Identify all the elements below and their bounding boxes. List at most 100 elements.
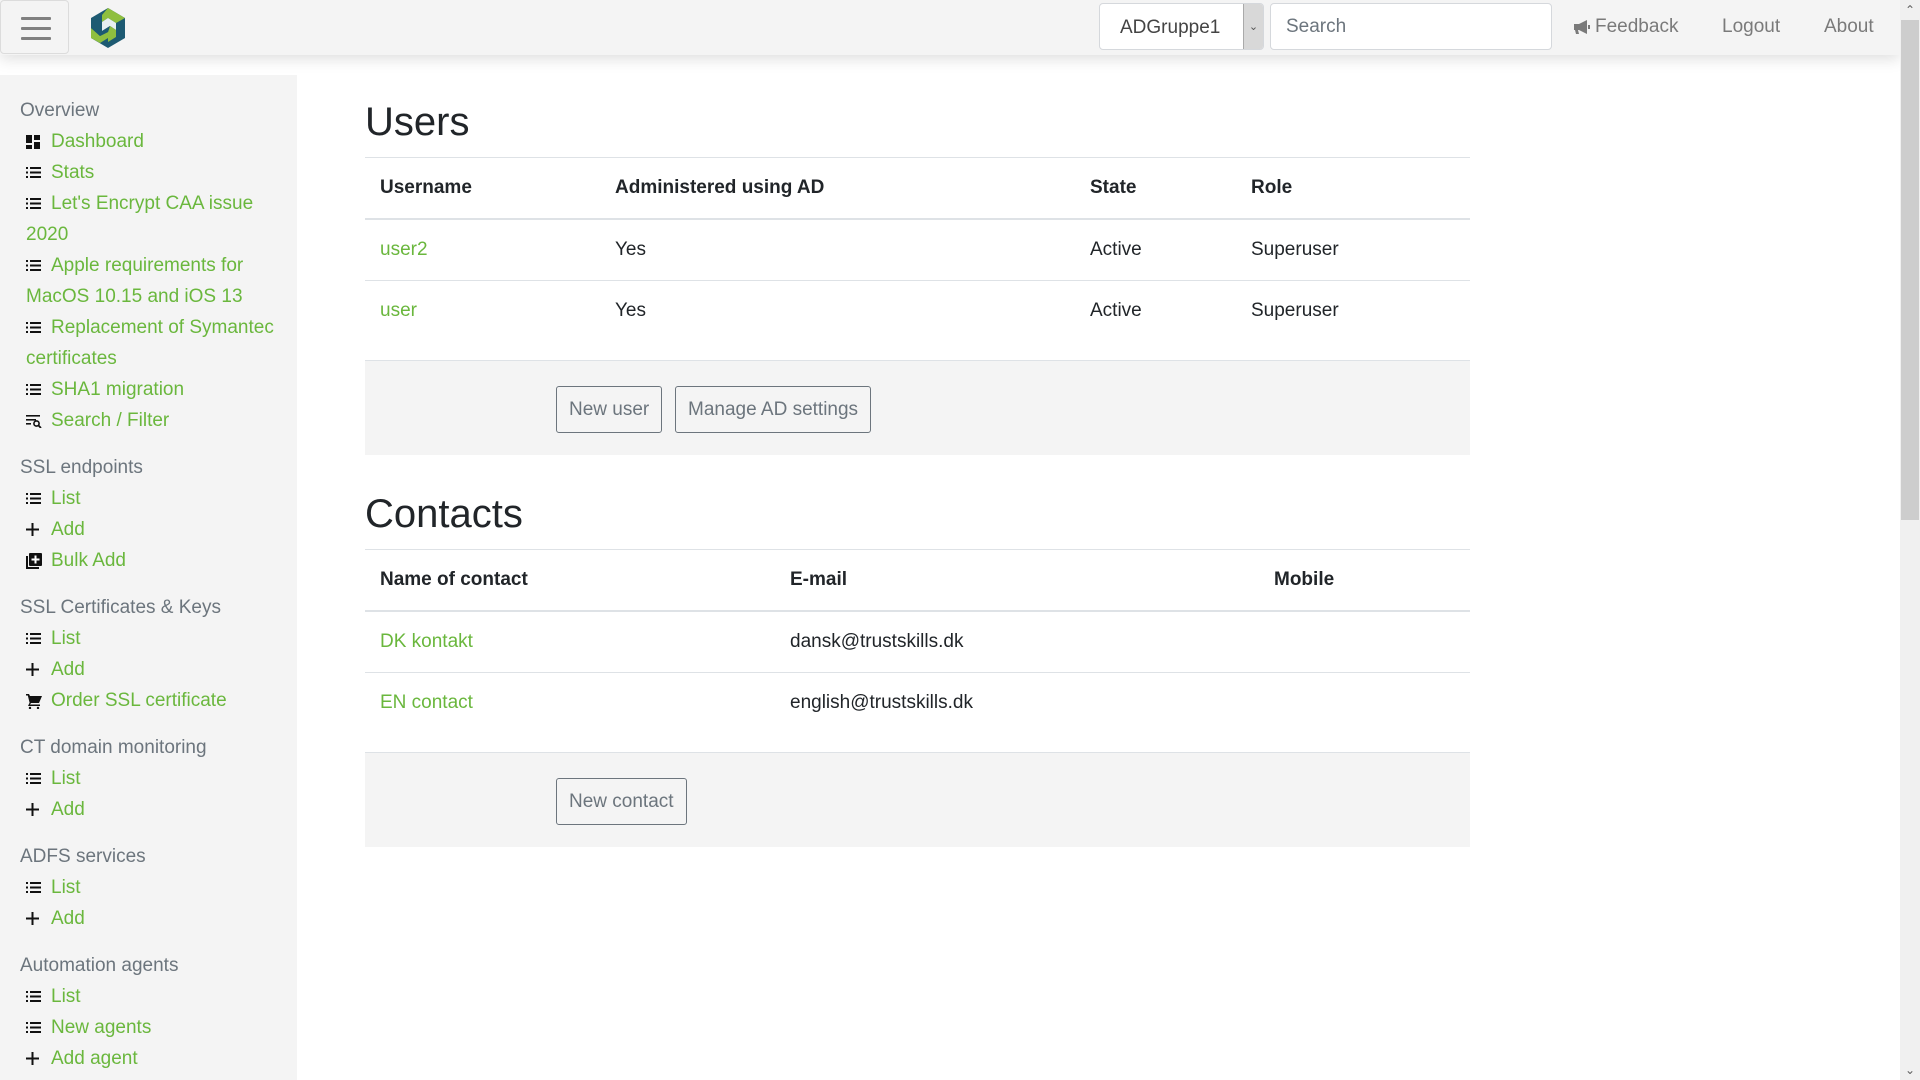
users-section: Users Username Administered using AD Sta…	[365, 95, 1470, 455]
sidebar-item[interactable]: List	[20, 981, 292, 1012]
sidebar-item-label: List	[51, 488, 81, 509]
column-header-email: E-mail	[775, 550, 1259, 612]
new-user-button[interactable]: New user	[556, 386, 663, 433]
menu-toggle-button[interactable]	[0, 0, 69, 54]
scrollbar-thumb[interactable]	[1901, 20, 1919, 520]
main-content: Users Username Administered using AD Sta…	[365, 95, 1470, 847]
state-cell: Active	[1090, 299, 1142, 321]
feedback-link[interactable]: Feedback	[1573, 16, 1678, 38]
sidebar-item-label: Dashboard	[51, 131, 144, 152]
list-icon	[26, 312, 45, 343]
sidebar-item[interactable]: List	[20, 763, 292, 794]
contact-name-cell: EN contact	[365, 672, 775, 733]
sidebar-item-label: Order SSL certificate	[51, 690, 227, 711]
scroll-up-arrow-icon[interactable]: ⌃	[1900, 0, 1920, 20]
email-cell: english@trustskills.dk	[790, 691, 973, 713]
feedback-label: Feedback	[1595, 16, 1679, 37]
sidebar-section: ADFS services List Add	[20, 841, 297, 934]
sidebar-section-heading: CT domain monitoring	[20, 737, 207, 758]
sidebar-item-label: List	[51, 628, 81, 649]
sidebar-item-label: Add agent	[51, 1048, 138, 1069]
contacts-table-header: Name of contact E-mail Mobile	[365, 550, 1470, 612]
sidebar-item[interactable]: Add	[20, 903, 292, 934]
sidebar-item[interactable]: List	[20, 483, 292, 514]
app-logo[interactable]	[88, 7, 128, 49]
table-row: DK kontakt dansk@trustskills.dk	[365, 611, 1470, 673]
sidebar-item-label: Replacement of Symantec certificates	[26, 317, 274, 369]
users-table-header: Username Administered using AD State Rol…	[365, 158, 1470, 220]
bulk-add-icon	[26, 545, 45, 576]
about-link[interactable]: About	[1824, 16, 1874, 38]
sidebar-item[interactable]: List	[20, 623, 292, 654]
sidebar-item-label: Add	[51, 519, 85, 540]
sidebar-item[interactable]: Replacement of Symantec certificates	[20, 312, 292, 374]
sidebar-item-label: Bulk Add	[51, 550, 126, 571]
email-cell: dansk@trustskills.dk	[775, 611, 1259, 673]
users-actions: New user Manage AD settings	[365, 360, 1470, 455]
sidebar-item-label: List	[51, 877, 81, 898]
sidebar-section: Automation agents List New agents Add agent	[20, 950, 297, 1074]
plus-icon	[26, 1043, 45, 1074]
users-title: Users	[365, 95, 1470, 158]
manage-ad-settings-button[interactable]: Manage AD settings	[675, 386, 872, 433]
sidebar-item[interactable]: Dashboard	[20, 126, 292, 157]
ad-cell: Yes	[615, 299, 646, 321]
sidebar-item-label: Add	[51, 659, 85, 680]
search-input[interactable]	[1270, 3, 1552, 50]
user-link[interactable]: user	[380, 300, 417, 321]
new-contact-button[interactable]: New contact	[556, 778, 687, 825]
list-icon	[26, 763, 45, 794]
scroll-down-arrow-icon[interactable]: ⌄	[1900, 1060, 1920, 1080]
mobile-cell	[1259, 611, 1470, 673]
group-select[interactable]: ADGruppe1 ⌄	[1099, 3, 1264, 50]
sidebar-item[interactable]: Add	[20, 654, 292, 685]
hamburger-icon-bar	[21, 37, 51, 40]
sidebar-item[interactable]: Add	[20, 794, 292, 825]
sidebar-item[interactable]: New agents	[20, 1012, 292, 1043]
sidebar-item[interactable]: List	[20, 872, 292, 903]
sidebar-item[interactable]: Stats	[20, 157, 292, 188]
search-filter-icon	[26, 405, 45, 436]
sidebar-item[interactable]: Search / Filter	[20, 405, 292, 436]
group-select-value: ADGruppe1	[1120, 17, 1221, 38]
sidebar-item-label: SHA1 migration	[51, 379, 185, 400]
list-icon	[26, 483, 45, 514]
sidebar-item-label: Stats	[51, 162, 95, 183]
sidebar-item[interactable]: Apple requirements for MacOS 10.15 and i…	[20, 250, 292, 312]
column-header-state: State	[1075, 158, 1236, 220]
contact-link[interactable]: EN contact	[380, 692, 473, 713]
column-header-name: Name of contact	[365, 550, 775, 612]
sidebar-section: SSL endpoints List Add Bulk Add	[20, 452, 297, 576]
contacts-table: Name of contact E-mail Mobile DK kontakt…	[365, 550, 1470, 733]
sidebar-section-heading: SSL Certificates & Keys	[20, 597, 221, 618]
megaphone-icon	[1574, 20, 1590, 34]
sidebar-section: SSL Certificates & Keys List Add Order SSL …	[20, 592, 297, 716]
plus-icon	[26, 794, 45, 825]
sidebar-item-label: Search / Filter	[51, 410, 170, 431]
list-icon	[26, 623, 45, 654]
contact-link[interactable]: DK kontakt	[380, 631, 473, 652]
contacts-title: Contacts	[365, 487, 1470, 550]
sidebar-item[interactable]: Add	[20, 514, 292, 545]
page-scrollbar[interactable]: ⌃ ⌄	[1900, 0, 1920, 1080]
sidebar-item-label: Add	[51, 908, 85, 929]
users-table: Username Administered using AD State Rol…	[365, 158, 1470, 341]
sidebar-item[interactable]: Add agent	[20, 1043, 292, 1074]
list-icon	[26, 250, 45, 281]
user-link[interactable]: user2	[380, 239, 428, 260]
sidebar-item[interactable]: Bulk Add	[20, 545, 292, 576]
sidebar-item[interactable]: SHA1 migration	[20, 374, 292, 405]
chevron-down-icon[interactable]: ⌄	[1243, 4, 1263, 49]
sidebar-item[interactable]: Let's Encrypt CAA issue 2020	[20, 188, 292, 250]
hamburger-icon-bar	[21, 27, 51, 30]
column-header-role: Role	[1236, 158, 1470, 220]
logout-link[interactable]: Logout	[1722, 16, 1780, 38]
plus-icon	[26, 514, 45, 545]
sidebar-item-label: New agents	[51, 1017, 152, 1038]
sidebar-item-label: Apple requirements for MacOS 10.15 and i…	[26, 255, 244, 307]
sidebar-item[interactable]: Order SSL certificate	[20, 685, 292, 716]
sidebar-section: CT domain monitoring List Add	[20, 732, 297, 825]
list-icon	[26, 374, 45, 405]
list-icon	[26, 157, 45, 188]
sidebar-item-label: Let's Encrypt CAA issue 2020	[26, 193, 254, 245]
